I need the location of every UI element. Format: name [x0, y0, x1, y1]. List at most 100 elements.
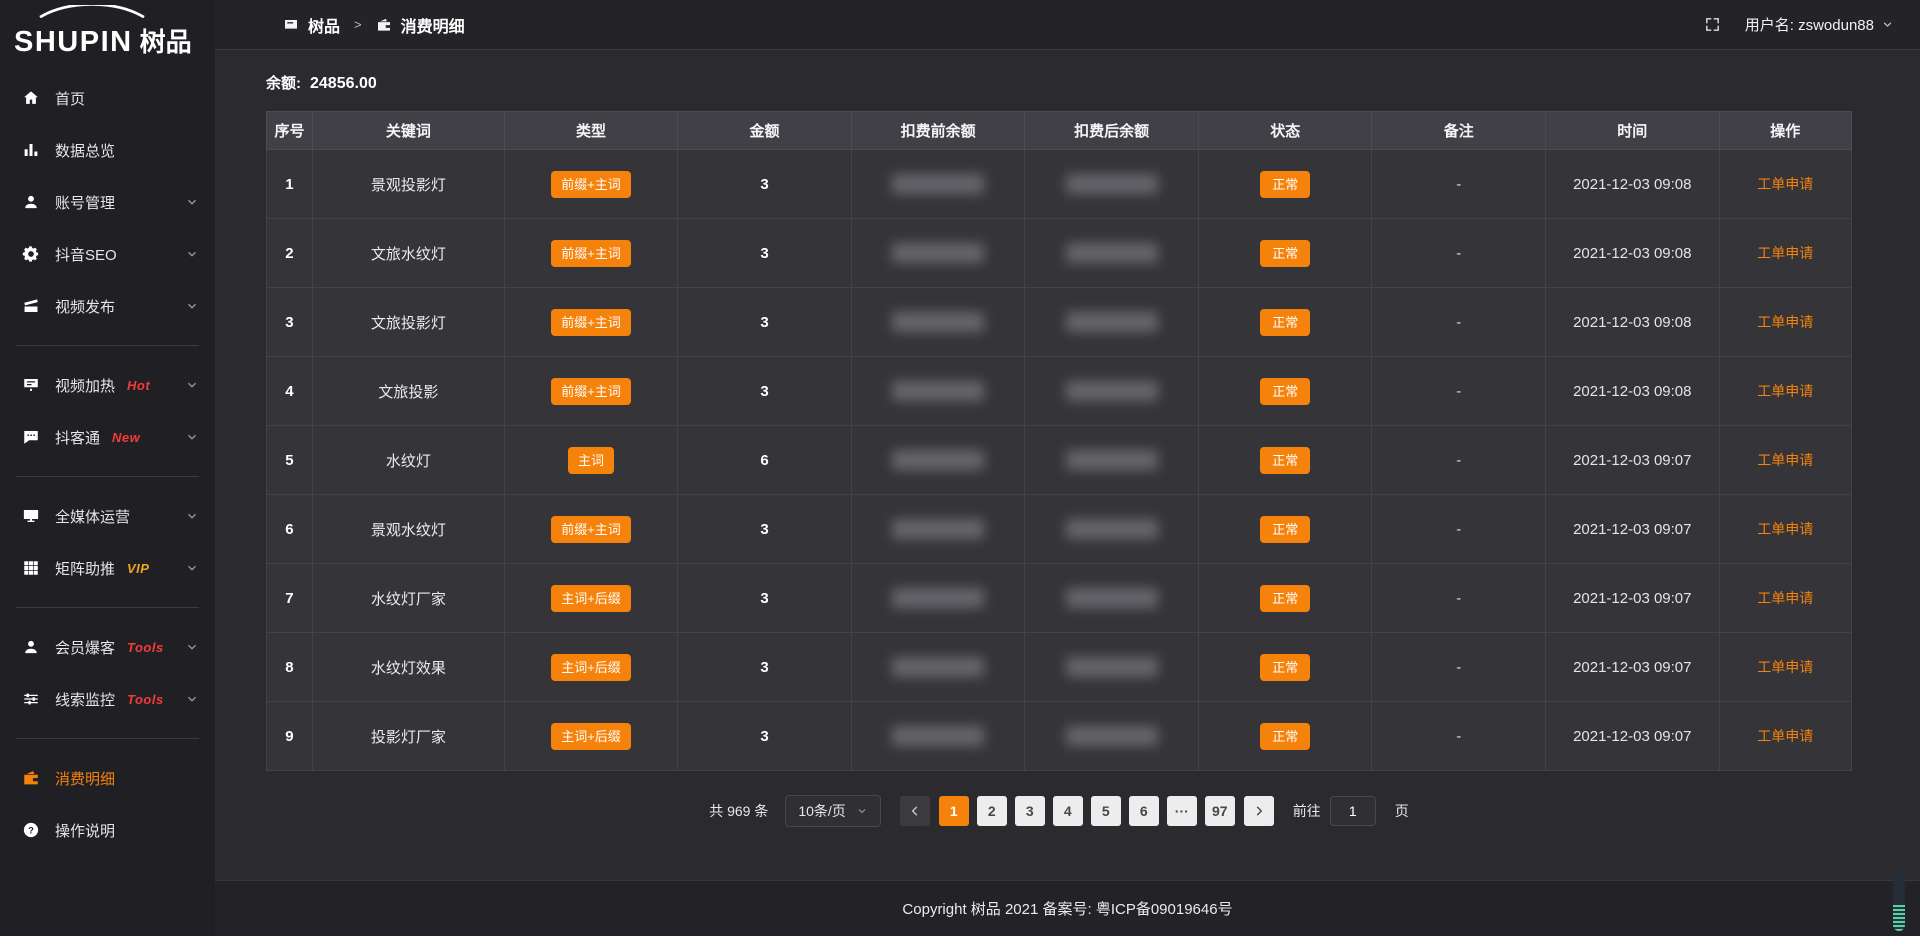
sidebar-item-operation-guide[interactable]: ? 操作说明: [0, 804, 215, 856]
sidebar-item-label: 操作说明: [55, 820, 115, 841]
sidebar-item-label: 视频加热: [55, 375, 115, 396]
sidebar-item-label: 全媒体运营: [55, 506, 130, 527]
page-size-select[interactable]: 10条/页: [785, 795, 880, 827]
sidebar-item-account-management[interactable]: 账号管理: [0, 176, 215, 228]
goto-page-input[interactable]: [1330, 796, 1376, 826]
cell-action: 工单申请: [1719, 357, 1851, 426]
work-order-link[interactable]: 工单申请: [1757, 314, 1813, 330]
prev-page-button[interactable]: [900, 796, 930, 826]
work-order-link[interactable]: 工单申请: [1757, 590, 1813, 606]
user-icon: [22, 638, 40, 656]
sidebar-item-video-heating[interactable]: 视频加热 Hot: [0, 359, 215, 411]
status-tag: 正常: [1260, 171, 1310, 198]
sidebar-item-consumption-detail[interactable]: 消费明细: [0, 752, 215, 804]
cell-amount: 3: [678, 150, 852, 219]
sidebar-divider: [16, 476, 199, 477]
cell-status: 正常: [1198, 633, 1372, 702]
work-order-link[interactable]: 工单申请: [1757, 728, 1813, 744]
footer: Copyright 树品 2021 备案号: 粤ICP备09019646号: [215, 880, 1920, 936]
cell-balance-after: [1025, 288, 1199, 357]
cell-remark: -: [1372, 219, 1546, 288]
breadcrumb-page[interactable]: 消费明细: [401, 13, 465, 37]
cell-balance-after: [1025, 564, 1199, 633]
logo-arc-icon: [16, 5, 168, 18]
fullscreen-icon[interactable]: [1704, 16, 1721, 33]
nav-badge: New: [112, 430, 140, 445]
cell-status: 正常: [1198, 357, 1372, 426]
sidebar-item-video-publish[interactable]: 视频发布: [0, 280, 215, 332]
page-button-5[interactable]: 5: [1091, 796, 1121, 826]
page-button-4[interactable]: 4: [1053, 796, 1083, 826]
chevron-down-icon: [1881, 18, 1894, 31]
work-order-link[interactable]: 工单申请: [1757, 383, 1813, 399]
sidebar-item-clue-monitor[interactable]: 线索监控 Tools: [0, 673, 215, 725]
page-button-1[interactable]: 1: [939, 796, 969, 826]
work-order-link[interactable]: 工单申请: [1757, 521, 1813, 537]
status-tag: 正常: [1260, 585, 1310, 612]
cell-amount: 3: [678, 495, 852, 564]
cell-index: 7: [267, 564, 313, 633]
cell-keyword: 水纹灯: [312, 426, 504, 495]
chevron-down-icon: [185, 247, 199, 261]
redacted-balance-after: [1066, 450, 1158, 470]
work-order-link[interactable]: 工单申请: [1757, 245, 1813, 261]
nav-badge: VIP: [127, 561, 149, 576]
user-menu[interactable]: 用户名: zswodun88: [1745, 14, 1894, 35]
sidebar-item-douyin-seo[interactable]: 抖音SEO: [0, 228, 215, 280]
sidebar-item-media-operation[interactable]: 全媒体运营: [0, 490, 215, 542]
column-header-8: 时间: [1546, 112, 1720, 150]
cell-balance-after: [1025, 219, 1199, 288]
pagination: 共 969 条 10条/页 123456···97 前往 页: [266, 795, 1852, 827]
page-button-97[interactable]: 97: [1205, 796, 1235, 826]
column-header-3: 金额: [678, 112, 852, 150]
page-ellipsis-button[interactable]: ···: [1167, 796, 1197, 826]
cell-status: 正常: [1198, 564, 1372, 633]
page-button-3[interactable]: 3: [1015, 796, 1045, 826]
scroll-widget[interactable]: [1893, 869, 1905, 931]
cell-action: 工单申请: [1719, 426, 1851, 495]
sidebar-item-home[interactable]: 首页: [0, 72, 215, 124]
redacted-balance-before: [892, 243, 984, 263]
sidebar-item-label: 消费明细: [55, 768, 115, 789]
question-icon: ?: [22, 821, 40, 839]
cell-amount: 3: [678, 219, 852, 288]
column-header-4: 扣费前余额: [851, 112, 1025, 150]
monitor-icon: [22, 507, 40, 525]
work-order-link[interactable]: 工单申请: [1757, 659, 1813, 675]
table-row: 8 水纹灯效果 主词+后缀 3 正常 - 2021-12-03 09:07 工单…: [267, 633, 1852, 702]
redacted-balance-after: [1066, 381, 1158, 401]
cell-status: 正常: [1198, 495, 1372, 564]
balance: 余额: 24856.00: [266, 72, 1852, 93]
work-order-link[interactable]: 工单申请: [1757, 176, 1813, 192]
status-tag: 正常: [1260, 654, 1310, 681]
sidebar-item-doukotong[interactable]: 抖客通 New: [0, 411, 215, 463]
next-page-button[interactable]: [1244, 796, 1274, 826]
cell-remark: -: [1372, 288, 1546, 357]
sidebar-divider: [16, 738, 199, 739]
cell-index: 3: [267, 288, 313, 357]
type-tag: 主词: [568, 447, 614, 474]
cell-balance-after: [1025, 150, 1199, 219]
cell-balance-before: [851, 150, 1025, 219]
cell-index: 5: [267, 426, 313, 495]
breadcrumb-app[interactable]: 树品: [308, 13, 340, 37]
sidebar-item-member-baoke[interactable]: 会员爆客 Tools: [0, 621, 215, 673]
cell-keyword: 水纹灯效果: [312, 633, 504, 702]
sidebar-item-matrix-boost[interactable]: 矩阵助推 VIP: [0, 542, 215, 594]
sidebar-item-data-overview[interactable]: 数据总览: [0, 124, 215, 176]
table-row: 2 文旅水纹灯 前缀+主词 3 正常 - 2021-12-03 09:08 工单…: [267, 219, 1852, 288]
status-tag: 正常: [1260, 309, 1310, 336]
cell-type: 前缀+主词: [504, 288, 678, 357]
page-size-value: 10条/页: [798, 801, 845, 821]
page-button-2[interactable]: 2: [977, 796, 1007, 826]
cell-action: 工单申请: [1719, 633, 1851, 702]
billboard-icon: [22, 376, 40, 394]
redacted-balance-before: [892, 174, 984, 194]
status-tag: 正常: [1260, 447, 1310, 474]
work-order-link[interactable]: 工单申请: [1757, 452, 1813, 468]
sidebar-divider: [16, 345, 199, 346]
redacted-balance-after: [1066, 243, 1158, 263]
table-row: 3 文旅投影灯 前缀+主词 3 正常 - 2021-12-03 09:08 工单…: [267, 288, 1852, 357]
page-button-6[interactable]: 6: [1129, 796, 1159, 826]
status-tag: 正常: [1260, 240, 1310, 267]
